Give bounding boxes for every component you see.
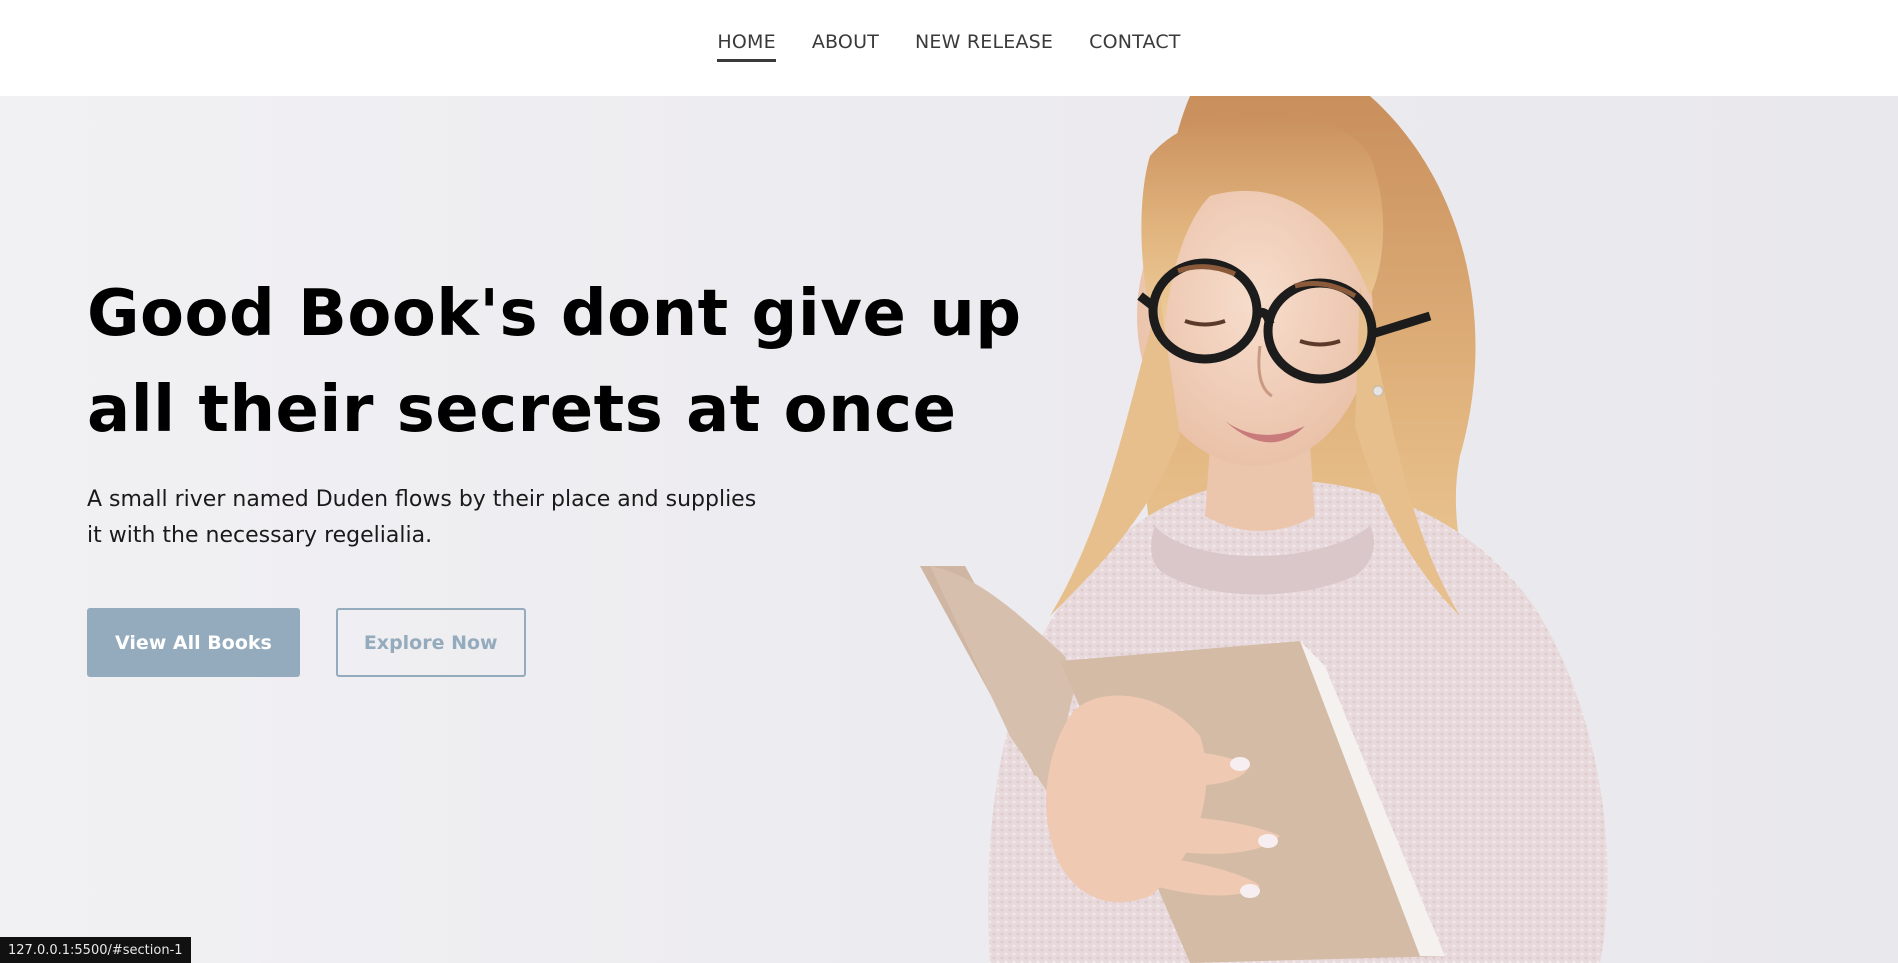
nav-link-new-release[interactable]: NEW RELEASE <box>915 31 1053 62</box>
hero-section: Good Book's dont give up all their secre… <box>0 96 1898 963</box>
nav-link-about[interactable]: ABOUT <box>812 31 879 62</box>
hero-subtitle: A small river named Duden flows by their… <box>87 487 757 548</box>
nav-item-home: HOME <box>717 31 776 62</box>
nav-link-home[interactable]: HOME <box>717 31 776 62</box>
nav-item-new-release: NEW RELEASE <box>915 31 1053 62</box>
top-navigation: HOME ABOUT NEW RELEASE CONTACT <box>0 0 1898 96</box>
explore-now-button[interactable]: Explore Now <box>335 608 526 677</box>
hero-buttons: View All Books Explore Now <box>87 608 1087 677</box>
status-bar-url: 127.0.0.1:5500/#section-1 <box>0 937 191 963</box>
nav-link-contact[interactable]: CONTACT <box>1089 31 1181 62</box>
view-all-books-button[interactable]: View All Books <box>87 608 300 677</box>
nav-item-about: ABOUT <box>812 31 879 62</box>
hero-headline: Good Book's dont give up all their secre… <box>87 277 1022 447</box>
nav-menu: HOME ABOUT NEW RELEASE CONTACT <box>717 31 1180 62</box>
nav-item-contact: CONTACT <box>1089 31 1181 62</box>
hero-content: Good Book's dont give up all their secre… <box>87 266 1087 677</box>
